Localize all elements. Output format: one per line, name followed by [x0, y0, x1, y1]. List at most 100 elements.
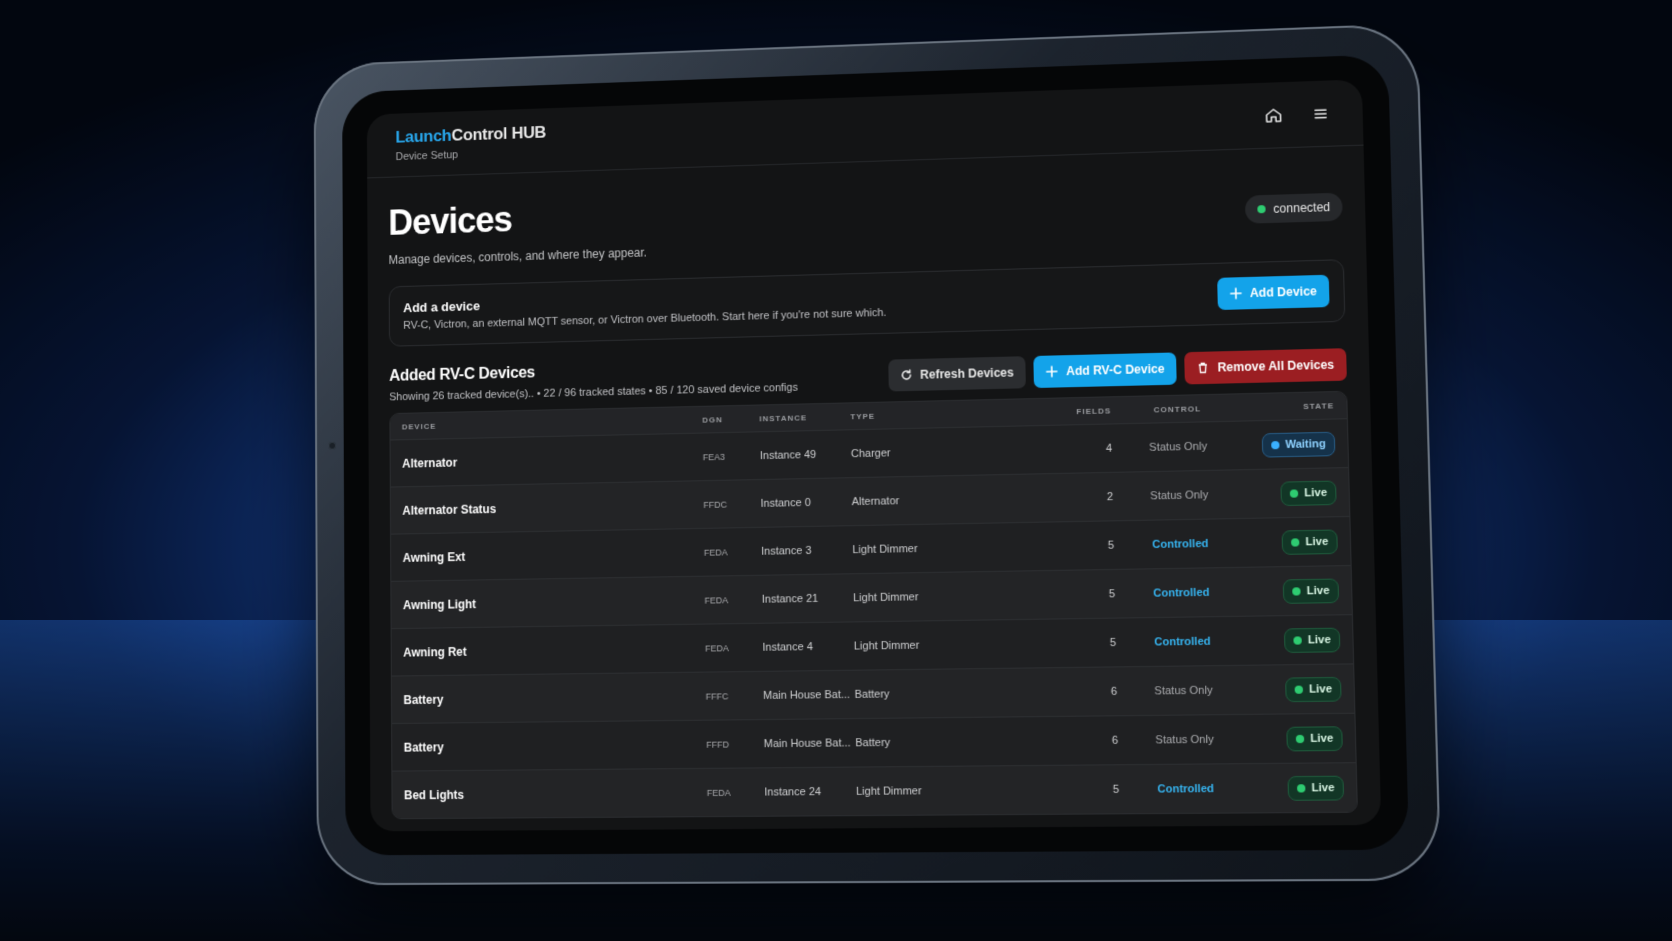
section-summary: Showing 26 tracked device(s).. • 22 / 96… — [389, 381, 798, 404]
tablet-device: LaunchControl HUB Device Setup Devices M… — [313, 23, 1442, 886]
fields-cell: 5 — [1112, 783, 1120, 796]
plus-icon — [1229, 287, 1242, 299]
column-header-state[interactable]: STATE — [1233, 401, 1334, 412]
state-cell: Waiting — [1234, 431, 1336, 458]
table-body: Alternator FEA3 Instance 49 Charger 4 St… — [390, 418, 1357, 819]
plus-icon — [1046, 365, 1058, 377]
type-cell: Light Dimmer — [852, 542, 918, 556]
state-cell: Live — [1242, 775, 1345, 801]
column-header-type[interactable]: TYPE — [850, 407, 1070, 421]
dgn-cell: FEDA — [705, 642, 729, 654]
state-text: Live — [1307, 633, 1331, 647]
add-device-button[interactable]: Add Device — [1216, 274, 1330, 311]
fields-cell: 2 — [1106, 490, 1114, 503]
dgn-cell: FFDC — [703, 499, 728, 510]
state-text: Live — [1308, 682, 1333, 696]
state-cell: Live — [1239, 627, 1341, 653]
state-dot-icon — [1292, 586, 1301, 596]
page-header: Devices Manage devices, controls, and wh… — [388, 172, 1343, 267]
device-name-cell: Battery — [403, 692, 444, 707]
device-name-cell: Awning Ret — [403, 644, 467, 660]
top-bar: LaunchControl HUB Device Setup — [366, 79, 1364, 179]
state-cell: Live — [1237, 578, 1340, 604]
column-header-dgn[interactable]: DGN — [702, 414, 759, 424]
column-header-device[interactable]: DEVICE — [402, 415, 703, 431]
device-name-cell: Awning Ext — [402, 549, 466, 565]
state-dot-icon — [1293, 635, 1302, 645]
state-text: Waiting — [1285, 437, 1326, 451]
dgn-cell: FFFD — [706, 739, 730, 750]
refresh-icon — [901, 369, 911, 380]
state-dot-icon — [1289, 488, 1299, 498]
topbar-actions — [1262, 102, 1332, 126]
control-cell: Controlled — [1154, 635, 1211, 649]
type-cell: Charger — [850, 446, 891, 460]
dgn-cell: FEA3 — [702, 451, 725, 462]
hamburger-menu-icon[interactable] — [1309, 102, 1332, 125]
fields-cell: 5 — [1107, 539, 1115, 552]
brand-rest-text: Control HUB — [451, 122, 547, 145]
section-title: Added RV-C Devices — [389, 364, 536, 385]
page-title: Devices — [388, 198, 513, 243]
state-dot-icon — [1294, 685, 1304, 694]
instance-cell: Instance 49 — [759, 448, 817, 462]
fields-cell: 4 — [1105, 442, 1113, 455]
state-badge: Live — [1281, 528, 1338, 555]
connection-status-badge: connected — [1244, 192, 1343, 224]
status-dot-icon — [1256, 205, 1266, 214]
add-device-label: Add Device — [1249, 284, 1317, 301]
fields-cell: 5 — [1108, 587, 1116, 600]
dgn-cell: FEDA — [706, 787, 731, 798]
brand: LaunchControl HUB Device Setup — [395, 122, 546, 162]
instance-cell: Main House Bat... — [763, 736, 851, 750]
control-cell: Status Only — [1155, 733, 1214, 747]
brand-title[interactable]: LaunchControl HUB — [395, 122, 546, 147]
instance-cell: Main House Bat... — [762, 688, 851, 702]
state-text: Live — [1310, 731, 1334, 745]
column-header-instance[interactable]: INSTANCE — [759, 412, 850, 423]
device-name-cell: Alternator Status — [402, 501, 497, 518]
state-badge: Live — [1283, 627, 1341, 653]
state-badge: Live — [1280, 480, 1337, 506]
brand-subtitle: Device Setup — [395, 148, 459, 163]
state-dot-icon — [1290, 537, 1300, 547]
home-icon[interactable] — [1262, 104, 1285, 127]
device-name-cell: Alternator — [402, 455, 458, 471]
state-dot-icon — [1295, 734, 1305, 743]
control-cell: Status Only — [1154, 684, 1213, 697]
state-badge: Live — [1282, 578, 1340, 604]
remove-all-devices-button[interactable]: Remove All Devices — [1184, 348, 1347, 385]
state-dot-icon — [1270, 440, 1280, 449]
state-badge: Live — [1286, 725, 1343, 751]
state-badge: Live — [1287, 775, 1345, 801]
table-row[interactable]: Battery FFFD Main House Bat... Battery 6… — [392, 712, 1356, 771]
control-cell: Controlled — [1157, 782, 1215, 796]
state-cell: Live — [1241, 725, 1343, 752]
brand-accent-text: Launch — [395, 125, 452, 147]
column-header-fields[interactable]: FIELDS — [1071, 406, 1122, 416]
dgn-cell: FFFC — [705, 690, 729, 702]
refresh-devices-button[interactable]: Refresh Devices — [888, 356, 1027, 392]
table-row[interactable]: Bed Lights FEDA Instance 24 Light Dimmer… — [392, 762, 1357, 819]
type-cell: Battery — [854, 687, 890, 701]
fields-cell: 6 — [1110, 685, 1118, 698]
page-description: Manage devices, controls, and where they… — [388, 245, 647, 267]
state-text: Live — [1305, 535, 1329, 548]
main-content: Devices Manage devices, controls, and wh… — [367, 172, 1381, 820]
state-cell: Live — [1236, 528, 1338, 555]
column-header-control[interactable]: CONTROL — [1121, 403, 1233, 415]
instance-cell: Instance 4 — [762, 640, 813, 654]
state-text: Live — [1311, 781, 1335, 794]
type-cell: Alternator — [851, 494, 900, 508]
state-text: Live — [1304, 486, 1328, 499]
instance-cell: Instance 21 — [761, 592, 819, 606]
tablet-bezel: LaunchControl HUB Device Setup Devices M… — [342, 54, 1410, 856]
refresh-label: Refresh Devices — [920, 365, 1014, 382]
type-cell: Light Dimmer — [853, 639, 920, 653]
type-cell: Light Dimmer — [853, 590, 919, 604]
add-rvc-device-button[interactable]: Add RV-C Device — [1033, 352, 1178, 389]
state-badge: Waiting — [1261, 431, 1336, 458]
add-device-card: Add a device RV-C, Victron, an external … — [388, 259, 1346, 347]
control-cell: Status Only — [1148, 440, 1208, 454]
state-text: Live — [1306, 584, 1330, 597]
